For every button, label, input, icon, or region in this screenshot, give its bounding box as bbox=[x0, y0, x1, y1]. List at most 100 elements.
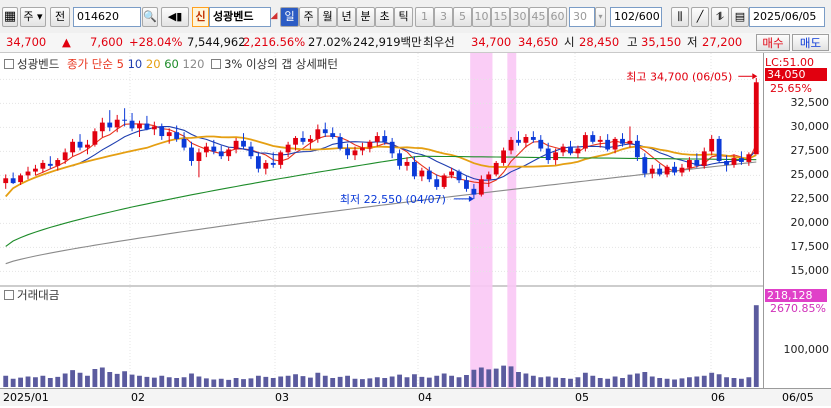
candle-body bbox=[441, 175, 447, 187]
ma-120: 120 bbox=[182, 57, 205, 71]
volume-bar bbox=[672, 379, 677, 387]
ma-20: 20 bbox=[145, 57, 161, 71]
volume-bar bbox=[508, 366, 514, 387]
candle-body bbox=[426, 170, 432, 180]
interval-dropdown-icon[interactable]: ▾ bbox=[595, 7, 606, 27]
volume-bar bbox=[322, 375, 328, 387]
current-price: 34,700 bbox=[6, 35, 47, 49]
candle-body bbox=[300, 137, 306, 142]
volume-bar bbox=[144, 376, 150, 387]
candle-body bbox=[114, 119, 120, 128]
interval-60[interactable]: 60 bbox=[548, 7, 567, 27]
candle-body bbox=[620, 138, 625, 144]
volume-bar bbox=[241, 379, 246, 387]
period-tick[interactable]: 틱 bbox=[394, 7, 413, 27]
volume-bar bbox=[642, 372, 648, 387]
volume-bar bbox=[419, 376, 425, 387]
candle-body bbox=[374, 136, 380, 142]
quote-bar: 34,700 ▲ 7,600 +28.04% 7,544,962 2,216.5… bbox=[0, 33, 831, 53]
y-tick-label: 27,500 bbox=[790, 144, 830, 158]
volume-bar bbox=[568, 378, 573, 387]
speaker-icon[interactable]: ◀▮ bbox=[161, 7, 189, 27]
sell-button[interactable]: 매도 bbox=[792, 34, 829, 51]
volume-bar bbox=[233, 378, 239, 387]
candle-body bbox=[590, 135, 596, 142]
up-arrow-icon: ▲ bbox=[62, 35, 71, 49]
candle-body bbox=[724, 161, 729, 165]
interval-45[interactable]: 45 bbox=[529, 7, 548, 27]
candle-body bbox=[122, 119, 128, 121]
grid-icon[interactable]: ▦ bbox=[2, 7, 18, 27]
x-label-feb: 02 bbox=[131, 391, 145, 404]
volume-bar bbox=[686, 377, 692, 387]
candle-body bbox=[77, 141, 83, 148]
candle-body bbox=[322, 129, 328, 134]
volume-bar bbox=[634, 373, 640, 387]
ma-60: 60 bbox=[164, 57, 179, 71]
volume-bar bbox=[300, 376, 306, 387]
candle-body bbox=[686, 160, 692, 168]
candle-type-icon[interactable]: ⫼ bbox=[671, 7, 689, 27]
pattern-checkbox-icon[interactable] bbox=[211, 59, 222, 69]
candle-body bbox=[471, 188, 477, 195]
volume-bar bbox=[337, 376, 343, 387]
interval-1[interactable]: 1 bbox=[415, 7, 434, 27]
full-button[interactable]: 전 bbox=[50, 7, 70, 27]
volume-bar bbox=[330, 378, 336, 387]
candle-body bbox=[255, 156, 261, 169]
volume-bar bbox=[486, 369, 492, 387]
volume-checkbox-icon[interactable] bbox=[4, 290, 14, 300]
volume-bar bbox=[360, 379, 365, 387]
volume-pct-badge: 2670.85% bbox=[770, 302, 826, 315]
period-year[interactable]: 년 bbox=[337, 7, 356, 27]
candle-body bbox=[597, 139, 603, 142]
candle-body bbox=[129, 120, 135, 129]
interval-3[interactable]: 3 bbox=[434, 7, 453, 27]
interval-10[interactable]: 10 bbox=[472, 7, 491, 27]
x-label-jan: 2025/01 bbox=[3, 391, 49, 404]
volume-bar bbox=[85, 375, 90, 387]
volume-bar bbox=[189, 373, 194, 387]
date-input[interactable]: 2025/06/05 bbox=[749, 7, 825, 27]
interval-5[interactable]: 5 bbox=[453, 7, 472, 27]
count-input[interactable]: 102/600 bbox=[610, 7, 662, 27]
volume-bar bbox=[590, 375, 596, 387]
candle-body bbox=[694, 160, 700, 166]
volume-bar bbox=[649, 376, 655, 387]
interval-30[interactable]: 30 bbox=[510, 7, 529, 27]
candle-body bbox=[55, 160, 61, 166]
settings-icon[interactable]: ▤ bbox=[731, 7, 749, 27]
volume-bar bbox=[716, 374, 722, 387]
line-type-icon[interactable]: ╱ bbox=[691, 7, 709, 27]
volume-bar bbox=[114, 373, 120, 387]
buy-button[interactable]: 매수 bbox=[756, 34, 790, 51]
legend-checkbox-icon[interactable] bbox=[4, 59, 14, 69]
period-week[interactable]: 주 bbox=[299, 7, 318, 27]
volume-bar bbox=[122, 371, 128, 387]
open-value: 28,450 bbox=[579, 35, 620, 49]
chart-area[interactable]: 최고 34,700 (06/05) 최저 22,550 (04/07) bbox=[0, 53, 831, 405]
candle-body bbox=[523, 137, 529, 143]
search-icon[interactable]: 🔍 bbox=[142, 7, 158, 27]
candle-body bbox=[3, 178, 9, 184]
volume-bar bbox=[434, 375, 440, 387]
interval-15[interactable]: 15 bbox=[491, 7, 510, 27]
interval-input[interactable]: 30 bbox=[569, 7, 595, 27]
candle-body bbox=[634, 140, 640, 158]
candle-body bbox=[508, 139, 514, 151]
y-tick-label: 15,000 bbox=[790, 264, 830, 278]
period-minute[interactable]: 분 bbox=[356, 7, 375, 27]
price-chart[interactable]: 최고 34,700 (06/05) 최저 22,550 (04/07) bbox=[0, 53, 831, 405]
stock-code-input[interactable]: 014620 bbox=[73, 7, 141, 27]
low-value: 27,200 bbox=[702, 35, 743, 49]
candle-body bbox=[486, 174, 492, 180]
candle-body bbox=[211, 146, 217, 152]
volume-bar bbox=[553, 377, 559, 387]
candle-body bbox=[538, 139, 544, 149]
market-select[interactable]: 주 ▾ bbox=[20, 7, 46, 27]
compare-icon[interactable]: ⥮ bbox=[711, 7, 729, 27]
period-day[interactable]: 일 bbox=[280, 7, 299, 27]
candle-body bbox=[575, 148, 581, 154]
period-month[interactable]: 월 bbox=[318, 7, 337, 27]
period-second[interactable]: 초 bbox=[375, 7, 394, 27]
